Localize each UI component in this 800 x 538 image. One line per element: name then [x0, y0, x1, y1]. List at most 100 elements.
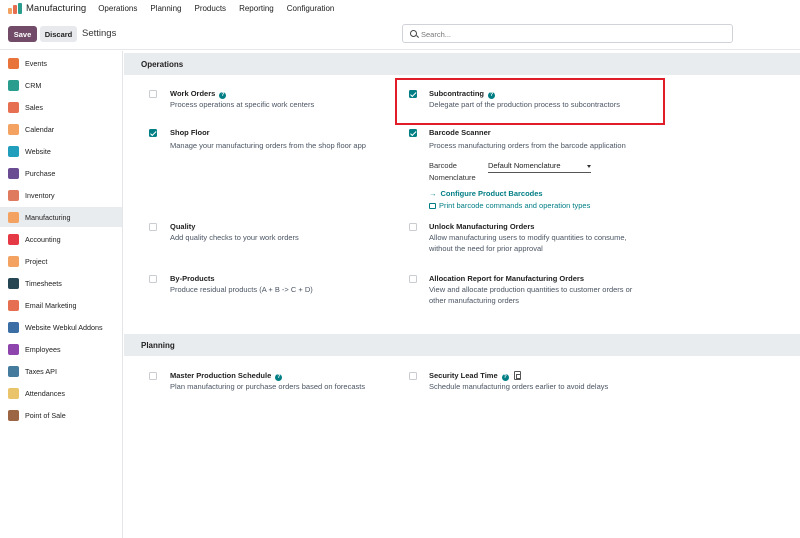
help-icon[interactable]: ?: [501, 374, 509, 381]
calendar-app-icon: [8, 123, 19, 135]
manufacturing-icon: [8, 211, 19, 223]
quality-checkbox[interactable]: [149, 223, 157, 231]
sidebar-item-label: Employees: [25, 344, 61, 354]
menu-operations[interactable]: Operations: [98, 4, 137, 13]
quality-title: Quality: [170, 222, 196, 231]
work-orders-title: Work Orders?: [170, 89, 227, 99]
menu-reporting[interactable]: Reporting: [239, 4, 274, 13]
email-marketing-icon: [8, 299, 19, 311]
sidebar-item-label: Attendances: [25, 388, 65, 398]
sidebar-item-label: Accounting: [25, 234, 61, 244]
shop-floor-checkbox[interactable]: [149, 129, 157, 137]
sidebar-item-taxes-api[interactable]: Taxes API: [0, 361, 122, 381]
section-header-operations: Operations: [124, 53, 800, 75]
security-lead-time-title: Security Lead Time?: [429, 371, 521, 381]
security-lead-time-desc: Schedule manufacturing orders earlier to…: [429, 382, 609, 391]
print-icon: [429, 203, 436, 209]
sidebar-item-label: Timesheets: [25, 278, 62, 288]
setting-title-text: Work Orders: [170, 89, 216, 98]
selected-value: Default Nomenclature: [488, 161, 561, 170]
print-barcode-commands-link[interactable]: Print barcode commands and operation typ…: [429, 201, 590, 210]
configure-product-barcodes-link[interactable]: → Configure Product Barcodes: [429, 189, 543, 198]
menu-products[interactable]: Products: [194, 4, 226, 13]
sidebar-item-website-webkul-addons[interactable]: Website Webkul Addons: [0, 317, 122, 337]
sidebar-item-label: Purchase: [25, 168, 56, 178]
desc-line: without the need for prior approval: [429, 244, 543, 253]
mps-desc: Plan manufacturing or purchase orders ba…: [170, 382, 366, 391]
sidebar-item-manufacturing[interactable]: Manufacturing: [0, 207, 122, 227]
sidebar-item-purchase[interactable]: Purchase: [0, 163, 122, 183]
mps-title: Master Production Schedule?: [170, 371, 283, 381]
barcode-scanner-title: Barcode Scanner: [429, 128, 491, 137]
sidebar-item-events[interactable]: Events: [0, 53, 122, 73]
settings-sidebar: Events CRM Sales Calendar Website Purcha…: [0, 51, 123, 538]
sidebar-item-calendar[interactable]: Calendar: [0, 119, 122, 139]
sidebar-item-website[interactable]: Website: [0, 141, 122, 161]
sidebar-item-accounting[interactable]: Accounting: [0, 229, 122, 249]
label-line: Barcode: [429, 161, 457, 170]
menu-planning[interactable]: Planning: [150, 4, 181, 13]
sidebar-item-label: Project: [25, 256, 48, 266]
purchase-icon: [8, 167, 19, 179]
allocation-report-title: Allocation Report for Manufacturing Orde…: [429, 274, 585, 283]
sidebar-item-label: Email Marketing: [25, 300, 77, 310]
control-panel: Save Discard Settings: [0, 16, 800, 50]
crm-icon: [8, 79, 19, 91]
inventory-icon: [8, 189, 19, 201]
sidebar-item-label: Website: [25, 146, 51, 156]
unlock-mo-desc: Allow manufacturing users to modify quan…: [429, 232, 627, 254]
sidebar-item-label: Inventory: [25, 190, 55, 200]
security-lead-time-checkbox[interactable]: [409, 372, 417, 380]
menu-configuration[interactable]: Configuration: [287, 4, 335, 13]
help-icon[interactable]: ?: [219, 92, 227, 99]
link-text: Configure Product Barcodes: [440, 189, 543, 198]
by-products-title: By-Products: [170, 274, 215, 283]
sidebar-item-crm[interactable]: CRM: [0, 75, 122, 95]
barcode-nomenclature-label: Barcode Nomenclature: [429, 160, 476, 183]
sales-icon: [8, 101, 19, 113]
allocation-report-checkbox[interactable]: [409, 275, 417, 283]
events-icon: [8, 57, 19, 69]
sidebar-item-employees[interactable]: Employees: [0, 339, 122, 359]
section-title: Planning: [141, 341, 175, 350]
link-text: Print barcode commands and operation typ…: [439, 201, 591, 210]
shop-floor-title: Shop Floor: [170, 128, 210, 137]
work-orders-checkbox[interactable]: [149, 90, 157, 98]
sidebar-item-email-marketing[interactable]: Email Marketing: [0, 295, 122, 315]
section-header-planning: Planning: [124, 334, 800, 356]
caret-down-icon: [587, 165, 591, 168]
desc-line: Allow manufacturing users to modify quan…: [429, 233, 627, 242]
barcode-nomenclature-select[interactable]: Default Nomenclature: [488, 161, 591, 173]
unlock-mo-checkbox[interactable]: [409, 223, 417, 231]
discard-button[interactable]: Discard: [40, 26, 77, 42]
accounting-icon: [8, 233, 19, 245]
app-name[interactable]: Manufacturing: [26, 3, 86, 14]
manufacturing-app-icon[interactable]: [8, 2, 22, 14]
sidebar-item-attendances[interactable]: Attendances: [0, 383, 122, 403]
desc-line: View and allocate production quantities …: [429, 285, 633, 294]
sidebar-item-label: Manufacturing: [25, 212, 71, 222]
mps-checkbox[interactable]: [149, 372, 157, 380]
search-box[interactable]: [402, 24, 733, 43]
allocation-report-desc: View and allocate production quantities …: [429, 284, 632, 306]
search-input[interactable]: [421, 27, 721, 41]
barcode-scanner-checkbox[interactable]: [409, 129, 417, 137]
save-button[interactable]: Save: [8, 26, 37, 42]
sidebar-item-label: Calendar: [25, 124, 55, 134]
page-title: Settings: [82, 28, 117, 39]
employees-icon: [8, 343, 19, 355]
sidebar-item-label: Website Webkul Addons: [25, 322, 103, 332]
help-icon[interactable]: ?: [275, 374, 283, 381]
sidebar-item-label: Events: [25, 58, 47, 68]
subcontracting-highlight-box: [395, 78, 665, 125]
sidebar-item-project[interactable]: Project: [0, 251, 122, 271]
quality-desc: Add quality checks to your work orders: [170, 233, 299, 242]
by-products-desc: Produce residual products (A + B -> C + …: [170, 285, 313, 294]
desc-line: other manufacturing orders: [429, 296, 520, 305]
sidebar-item-point-of-sale[interactable]: Point of Sale: [0, 405, 122, 425]
sidebar-item-sales[interactable]: Sales: [0, 97, 122, 117]
by-products-checkbox[interactable]: [149, 275, 157, 283]
sidebar-item-inventory[interactable]: Inventory: [0, 185, 122, 205]
top-navbar: Manufacturing Operations Planning Produc…: [0, 0, 800, 16]
sidebar-item-timesheets[interactable]: Timesheets: [0, 273, 122, 293]
